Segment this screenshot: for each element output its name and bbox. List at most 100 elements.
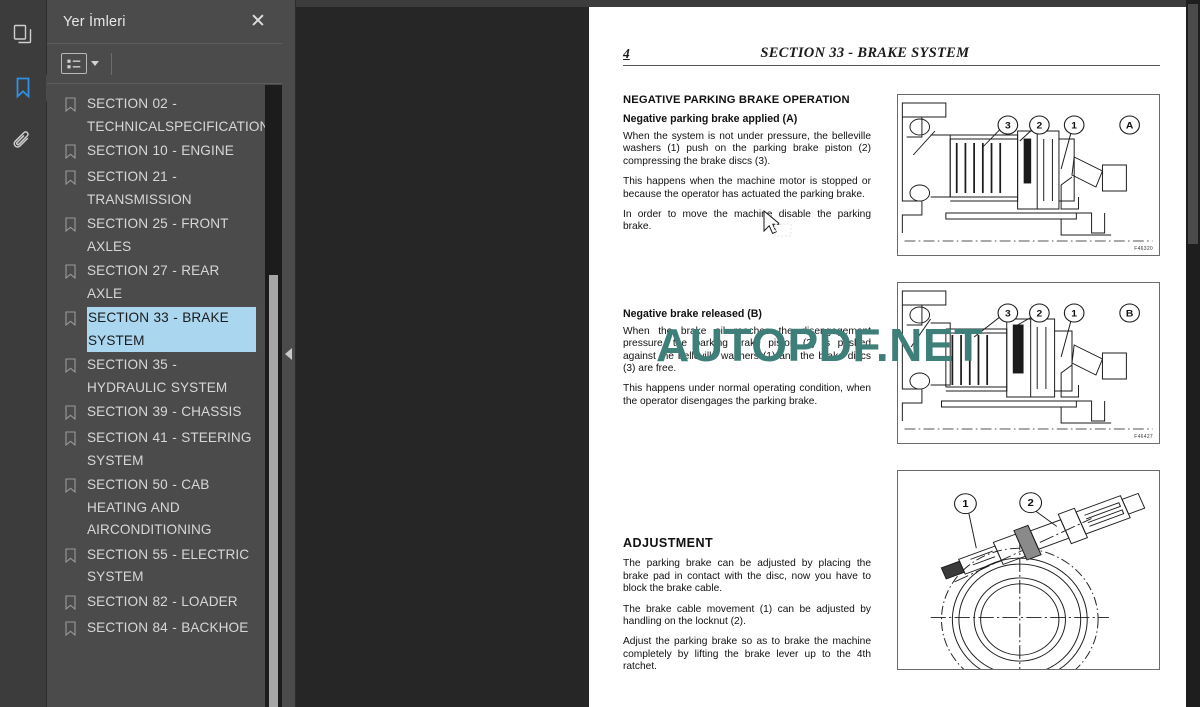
bookmark-item-label: SECTION 82 - LOADER xyxy=(87,593,238,609)
bookmark-icon xyxy=(65,264,81,284)
bookmark-item-label: SECTION 33 - BRAKE SYSTEM xyxy=(86,306,257,353)
block-a-paragraph-2: This happens when the machine motor is s… xyxy=(623,176,871,200)
panel-icon-rail xyxy=(0,0,55,707)
pages-panel-button[interactable] xyxy=(7,18,39,50)
page-header: 4 SECTION 33 - BRAKE SYSTEM xyxy=(623,45,1160,66)
figure-b-drawing: 3 2 1 B xyxy=(901,290,1153,430)
list-view-icon[interactable] xyxy=(61,53,87,74)
bookmark-icon xyxy=(65,547,81,568)
bookmark-item-5[interactable]: SECTION 33 - BRAKE SYSTEM xyxy=(47,306,282,353)
figure-a-letter: A xyxy=(1126,121,1133,132)
bookmark-item-1[interactable]: SECTION 10 - ENGINE xyxy=(47,139,282,165)
viewer-scrollbar-thumb[interactable] xyxy=(1188,4,1198,244)
bookmark-item-10[interactable]: SECTION 55 - ELECTRIC SYSTEM xyxy=(47,543,282,590)
bookmark-item-0[interactable]: SECTION 02 - TECHNICALSPECIFICATIONS xyxy=(47,92,282,139)
toolbar-divider xyxy=(111,52,112,75)
bookmarks-panel-header: Yer İmleri ✕ xyxy=(47,0,282,44)
bookmark-item-label: SECTION 21 - TRANSMISSION xyxy=(87,169,192,207)
bookmark-item-label: SECTION 27 - REAR AXLE xyxy=(87,263,220,301)
bookmark-item-8[interactable]: SECTION 41 - STEERING SYSTEM xyxy=(47,426,282,473)
figure-adjustment-callout-2: 2 xyxy=(1027,498,1033,509)
figure-b-code: F46427 xyxy=(1134,434,1153,440)
page-header-title: SECTION 33 - BRAKE SYSTEM xyxy=(760,45,970,61)
paperclip-attachment-icon xyxy=(12,130,34,154)
bookmark-icon xyxy=(65,594,81,615)
block-a: Negative parking brake applied (A) When … xyxy=(623,113,871,234)
pdf-page[interactable]: 4 SECTION 33 - BRAKE SYSTEM NEGATIVE PAR… xyxy=(589,7,1186,707)
bookmark-item-3[interactable]: SECTION 25 - FRONT AXLES xyxy=(47,212,282,259)
bookmarks-panel-title: Yer İmleri xyxy=(63,13,126,30)
figure-a-callout-2: 2 xyxy=(1037,121,1043,132)
bookmark-icon xyxy=(12,76,34,100)
bookmark-item-12[interactable]: SECTION 84 - BACKHOE xyxy=(47,616,282,642)
figure-b-callout-2: 2 xyxy=(1037,309,1043,320)
bookmark-item-11[interactable]: SECTION 82 - LOADER xyxy=(47,590,282,616)
adjustment-paragraph-1: The parking brake can be adjusted by pla… xyxy=(623,558,871,595)
figure-adjustment-callout-1: 1 xyxy=(962,499,968,510)
block-a-heading: Negative parking brake applied (A) xyxy=(623,113,798,125)
block-adjustment: ADJUSTMENT The parking brake can be adju… xyxy=(623,536,871,673)
bookmark-item-label: SECTION 50 - CAB HEATING AND AIRCONDITIO… xyxy=(87,477,212,537)
figure-adjustment: 1 2 xyxy=(897,470,1160,670)
bookmarks-scrollbar-thumb[interactable] xyxy=(269,275,278,707)
bookmark-item-label: SECTION 39 - CHASSIS xyxy=(87,404,242,419)
block-b-heading: Negative brake released (B) xyxy=(623,307,762,320)
bookmark-item-7[interactable]: SECTION 39 - CHASSIS xyxy=(47,400,282,426)
figure-b: 3 2 1 B F46427 xyxy=(897,282,1160,444)
document-viewer[interactable]: 4 SECTION 33 - BRAKE SYSTEM NEGATIVE PAR… xyxy=(296,0,1200,707)
bookmark-item-9[interactable]: SECTION 50 - CAB HEATING AND AIRCONDITIO… xyxy=(47,473,282,543)
attachments-panel-button[interactable] xyxy=(7,126,39,158)
bookmark-item-6[interactable]: SECTION 35 - HYDRAULIC SYSTEM xyxy=(47,353,282,400)
figure-b-callout-1: 1 xyxy=(1071,309,1077,320)
bookmark-item-label: SECTION 35 - HYDRAULIC SYSTEM xyxy=(87,357,228,395)
block-a-paragraph-1: When the system is not under pressure, t… xyxy=(623,131,871,167)
bookmark-icon xyxy=(65,217,81,237)
page-text-column: NEGATIVE PARKING BRAKE OPERATION Negativ… xyxy=(623,94,871,696)
chevron-down-icon[interactable] xyxy=(91,61,99,66)
bookmark-icon xyxy=(65,478,81,498)
block-b-paragraph-1: When the brake oil reaches the disengage… xyxy=(623,325,871,375)
page-number: 4 xyxy=(623,46,630,61)
bookmarks-panel-button[interactable] xyxy=(7,72,55,104)
bookmark-icon xyxy=(65,620,81,641)
bookmarks-panel: Yer İmleri ✕ SECTION 02 - TECHNICALSPECI… xyxy=(47,0,282,707)
viewer-scrollbar[interactable] xyxy=(1186,0,1200,707)
chevron-left-icon xyxy=(285,347,292,360)
page-figure-column: 3 2 1 A F46320 3 2 1 B F46427 1 2 xyxy=(887,94,1160,696)
bookmark-item-label: SECTION 41 - STEERING SYSTEM xyxy=(87,430,252,468)
adjustment-heading: ADJUSTMENT xyxy=(623,536,714,551)
viewer-left-gutter xyxy=(296,0,589,707)
pdf-reader-window: Yer İmleri ✕ SECTION 02 - TECHNICALSPECI… xyxy=(0,0,1200,707)
bookmark-item-4[interactable]: SECTION 27 - REAR AXLE xyxy=(47,259,282,306)
bookmark-icon xyxy=(65,358,81,378)
bookmark-item-2[interactable]: SECTION 21 - TRANSMISSION xyxy=(47,165,282,212)
viewer-top-strip xyxy=(296,0,1200,7)
bookmark-icon xyxy=(65,431,81,451)
figure-adjustment-drawing: 1 2 xyxy=(930,492,1146,669)
arrow-with-marquee-cursor xyxy=(762,209,796,248)
figure-a-drawing: 3 2 1 A xyxy=(901,102,1153,242)
pages-thumbnails-icon xyxy=(12,23,34,45)
figure-a-callout-1: 1 xyxy=(1071,121,1077,132)
close-icon[interactable]: ✕ xyxy=(248,12,268,31)
bookmark-item-label: SECTION 10 - ENGINE xyxy=(87,143,234,158)
bookmark-icon xyxy=(65,144,81,164)
bookmark-item-label: SECTION 55 - ELECTRIC SYSTEM xyxy=(87,546,250,585)
adjustment-paragraph-2: The brake cable movement (1) can be adju… xyxy=(623,603,871,627)
block-a-paragraph-3: In order to move the machine disable the… xyxy=(623,209,871,233)
figure-a-callout-3: 3 xyxy=(1005,121,1011,132)
bookmarks-scrollbar[interactable] xyxy=(265,85,282,707)
figure-b-callout-3: 3 xyxy=(1005,309,1011,320)
figure-a: 3 2 1 A F46320 xyxy=(897,94,1160,256)
bookmark-list[interactable]: SECTION 02 - TECHNICALSPECIFICATIONS SECT… xyxy=(47,84,282,707)
block-b-paragraph-2: This happens under normal operating cond… xyxy=(623,383,871,407)
figure-a-code: F46320 xyxy=(1134,246,1153,252)
figure-b-letter: B xyxy=(1126,309,1133,320)
bookmark-icon xyxy=(65,170,81,190)
sidebar-collapse-handle[interactable] xyxy=(282,0,296,707)
bookmark-icon xyxy=(65,97,81,117)
bookmark-icon xyxy=(65,311,81,331)
section-heading: NEGATIVE PARKING BRAKE OPERATION xyxy=(623,94,850,106)
bookmark-item-label: SECTION 02 - TECHNICALSPECIFICATIONS xyxy=(87,96,279,134)
